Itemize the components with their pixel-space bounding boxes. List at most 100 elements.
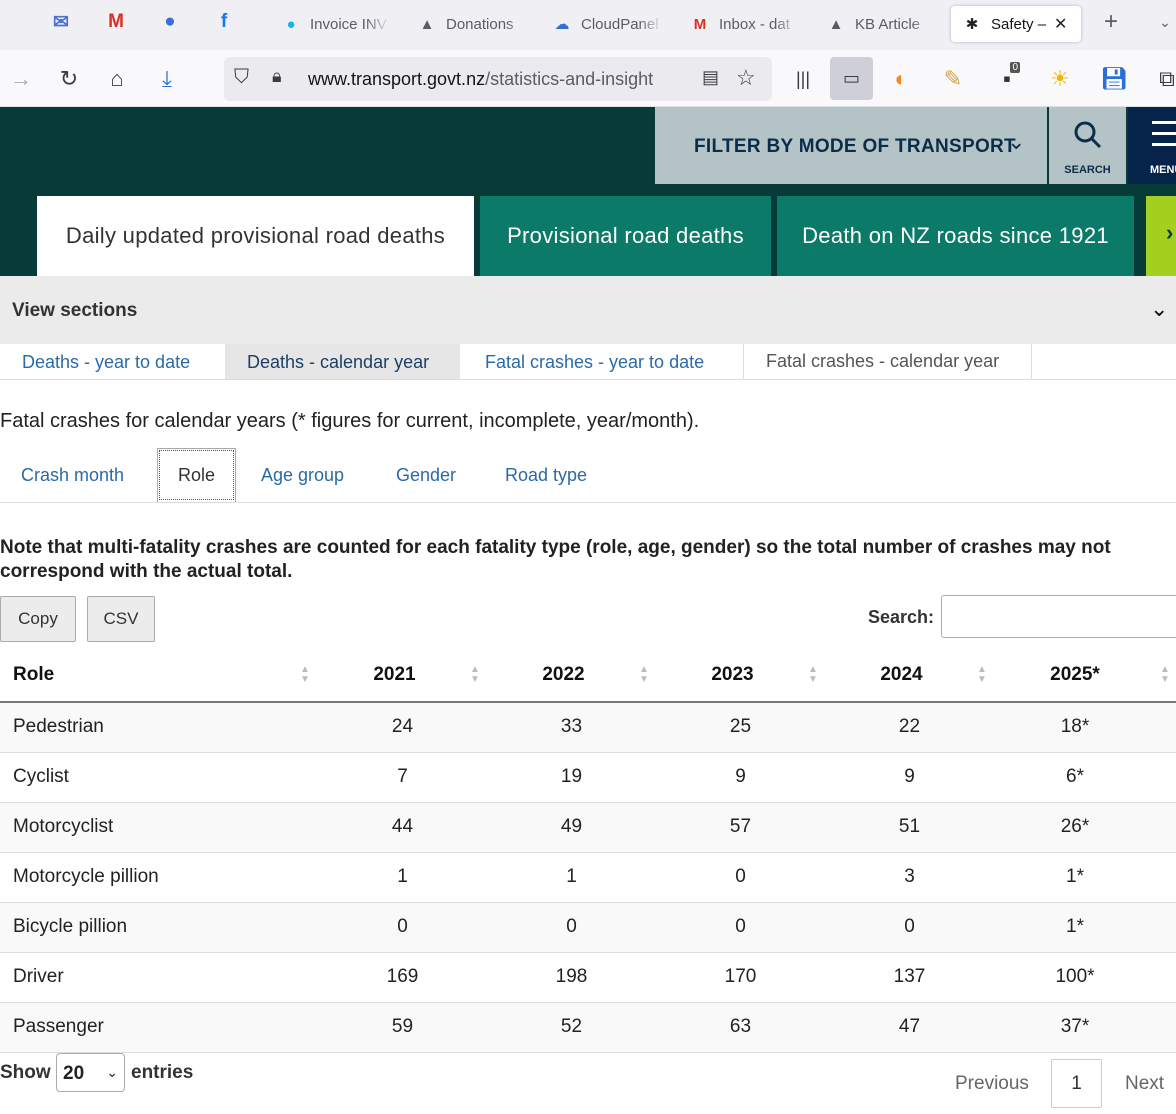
content-tab-next-arrow[interactable]: › bbox=[1146, 196, 1176, 276]
tab-inbox[interactable]: M Inbox - dat bbox=[689, 6, 799, 42]
column-header-2023[interactable]: 2023 ▲ ▼ bbox=[656, 648, 825, 703]
hat-icon: ▲ bbox=[828, 15, 844, 33]
search-label: SEARCH bbox=[1064, 164, 1111, 176]
section-tab-fatal-crashes-ytd[interactable]: Fatal crashes - year to date bbox=[463, 344, 743, 380]
chevron-down-icon: ⌄ bbox=[1150, 296, 1169, 321]
sort-icon: ▲ ▼ bbox=[470, 664, 480, 685]
site-menu-button[interactable]: MENU bbox=[1128, 107, 1176, 184]
table-cell-value: 33 bbox=[487, 702, 656, 753]
page-number-button[interactable]: 1 bbox=[1051, 1059, 1102, 1108]
sort-icon: ▲ ▼ bbox=[977, 664, 987, 685]
new-tab-icon[interactable]: + bbox=[1098, 8, 1124, 35]
entries-per-page-select[interactable]: 20 ⌄ bbox=[56, 1053, 125, 1092]
chevron-right-icon: › bbox=[1166, 220, 1174, 245]
subtab-age-group[interactable]: Age group bbox=[261, 448, 344, 502]
column-header-2022[interactable]: 2022 ▲ ▼ bbox=[487, 648, 656, 703]
content-tab-provisional-deaths[interactable]: Provisional road deaths bbox=[480, 196, 771, 276]
previous-page-button[interactable]: Previous bbox=[955, 1073, 1029, 1095]
subtab-role[interactable]: Role bbox=[157, 448, 236, 502]
column-header-role[interactable]: Role ▲ ▼ bbox=[0, 648, 318, 703]
table-cell-value: 37* bbox=[994, 1002, 1176, 1053]
sidebar-icon[interactable]: ▭ bbox=[830, 57, 873, 100]
column-header-2025[interactable]: 2025* ▲ ▼ bbox=[994, 648, 1176, 703]
extension-ublock-icon[interactable]: ◐ bbox=[884, 62, 918, 96]
fatal-crashes-table: Role ▲ ▼ 2021 ▲ ▼ 2022 ▲ ▼ 2023 ▲ ▼ 2024 ▲ ▼ 2025*… bbox=[0, 648, 1176, 1053]
csv-button[interactable]: CSV bbox=[87, 596, 155, 642]
lock-icon[interactable]: 🔒︎ bbox=[272, 66, 282, 87]
entries-label: entries bbox=[131, 1062, 194, 1083]
table-row: Pedestrian 24 33 25 22 18* bbox=[0, 702, 1176, 753]
home-icon[interactable]: ⌂ bbox=[100, 62, 134, 96]
extension-box-icon[interactable]: ▪ 0 bbox=[990, 62, 1024, 96]
subtab-divider bbox=[0, 502, 1176, 503]
copy-button[interactable]: Copy bbox=[0, 596, 76, 642]
close-tab-icon[interactable]: ✕ bbox=[1054, 14, 1067, 34]
table-cell-value: 3 bbox=[825, 852, 994, 903]
table-cell-value: 9 bbox=[656, 752, 825, 803]
facebook-icon[interactable]: f bbox=[211, 9, 237, 35]
extension-sun-icon[interactable]: ☀ bbox=[1043, 62, 1077, 96]
section-tab-fatal-crashes-calendar[interactable]: Fatal crashes - calendar year bbox=[743, 344, 1032, 380]
extension-save-icon[interactable]: 💾︎ bbox=[1097, 62, 1131, 96]
tab-divider bbox=[0, 379, 744, 380]
tab-invoice[interactable]: ● Invoice INV bbox=[280, 6, 390, 42]
view-sections-label: View sections bbox=[12, 300, 138, 321]
tab-donations[interactable]: ▲ Donations bbox=[416, 6, 530, 42]
gmail-icon[interactable]: M bbox=[103, 9, 129, 35]
tab-list-chevron-icon[interactable]: ⌄ bbox=[1152, 9, 1176, 35]
extension-badge: 0 bbox=[1010, 62, 1020, 73]
table-cell-value: 44 bbox=[318, 802, 487, 853]
content-tab-deaths-since-1921[interactable]: Death on NZ roads since 1921 bbox=[777, 196, 1134, 276]
table-cell-value: 1 bbox=[318, 852, 487, 903]
filter-mode-dropdown[interactable]: FILTER BY MODE OF TRANSPORT ⌄ bbox=[655, 107, 1047, 184]
gmail-icon: M bbox=[693, 15, 707, 33]
view-sections-toggle[interactable]: View sections ⌄ bbox=[0, 276, 1176, 344]
table-cell-value: 198 bbox=[487, 952, 656, 1003]
table-row: Motorcycle pillion 1 1 0 3 1* bbox=[0, 852, 1176, 903]
download-icon[interactable]: ⤓ bbox=[150, 62, 184, 96]
reader-view-icon[interactable]: ▤ bbox=[702, 67, 719, 88]
filter-label: FILTER BY MODE OF TRANSPORT bbox=[694, 136, 1016, 157]
reload-icon[interactable]: ↻ bbox=[52, 62, 86, 96]
tab-divider bbox=[1031, 379, 1176, 380]
table-cell-value: 6* bbox=[994, 752, 1176, 803]
table-cell-role: Motorcyclist bbox=[0, 802, 318, 853]
tab-cloudpanel[interactable]: ☁ CloudPanel bbox=[551, 6, 663, 42]
cloud-icon: ☁ bbox=[554, 16, 570, 33]
next-page-button[interactable]: Next bbox=[1125, 1073, 1164, 1095]
url-text[interactable]: www.transport.govt.nz/statistics-and-ins… bbox=[308, 69, 688, 90]
table-row: Bicycle pillion 0 0 0 0 1* bbox=[0, 902, 1176, 953]
tab-safety[interactable]: ✱ Safety – ✕ bbox=[951, 6, 1081, 42]
extension-pen-icon[interactable]: ✎ bbox=[936, 62, 970, 96]
table-cell-value: 49 bbox=[487, 802, 656, 853]
browser-nav-bar: → ↻ ⌂ ⤓ ⛉ 🔒︎ www.transport.govt.nz/stati… bbox=[0, 50, 1176, 107]
subtab-road-type[interactable]: Road type bbox=[505, 448, 587, 502]
contacts-icon[interactable]: ● bbox=[157, 9, 183, 35]
mail-icon[interactable]: ✉ bbox=[48, 9, 74, 35]
extensions-puzzle-icon[interactable]: ⧉ bbox=[1150, 62, 1176, 96]
forward-icon[interactable]: → bbox=[4, 62, 38, 96]
column-header-2021[interactable]: 2021 ▲ ▼ bbox=[318, 648, 487, 703]
section-tab-deaths-ytd[interactable]: Deaths - year to date bbox=[0, 344, 224, 380]
column-header-2024[interactable]: 2024 ▲ ▼ bbox=[825, 648, 994, 703]
site-search-button[interactable]: SEARCH bbox=[1049, 107, 1126, 184]
table-cell-role: Bicycle pillion bbox=[0, 902, 318, 953]
table-cell-role: Pedestrian bbox=[0, 702, 318, 753]
section-tab-deaths-calendar[interactable]: Deaths - calendar year bbox=[225, 344, 460, 380]
table-cell-value: 52 bbox=[487, 1002, 656, 1053]
hamburger-icon bbox=[1152, 121, 1176, 154]
bookmark-star-icon[interactable]: ☆ bbox=[736, 65, 756, 91]
subtab-crash-month[interactable]: Crash month bbox=[21, 448, 124, 502]
table-cell-value: 0 bbox=[656, 902, 825, 953]
sort-icon: ▲ ▼ bbox=[300, 664, 310, 685]
table-cell-value: 1 bbox=[487, 852, 656, 903]
table-search-input[interactable] bbox=[941, 595, 1176, 638]
table-cell-role: Passenger bbox=[0, 1002, 318, 1053]
library-icon[interactable]: ||| bbox=[786, 62, 820, 96]
shield-icon[interactable]: ⛉ bbox=[234, 66, 249, 89]
table-cell-value: 0 bbox=[825, 902, 994, 953]
tab-kb-article[interactable]: ▲ KB Article bbox=[825, 6, 935, 42]
subtab-gender[interactable]: Gender bbox=[396, 448, 456, 502]
url-bar[interactable]: ⛉ 🔒︎ www.transport.govt.nz/statistics-an… bbox=[224, 57, 772, 101]
content-tab-daily-deaths[interactable]: Daily updated provisional road deaths bbox=[37, 196, 474, 276]
